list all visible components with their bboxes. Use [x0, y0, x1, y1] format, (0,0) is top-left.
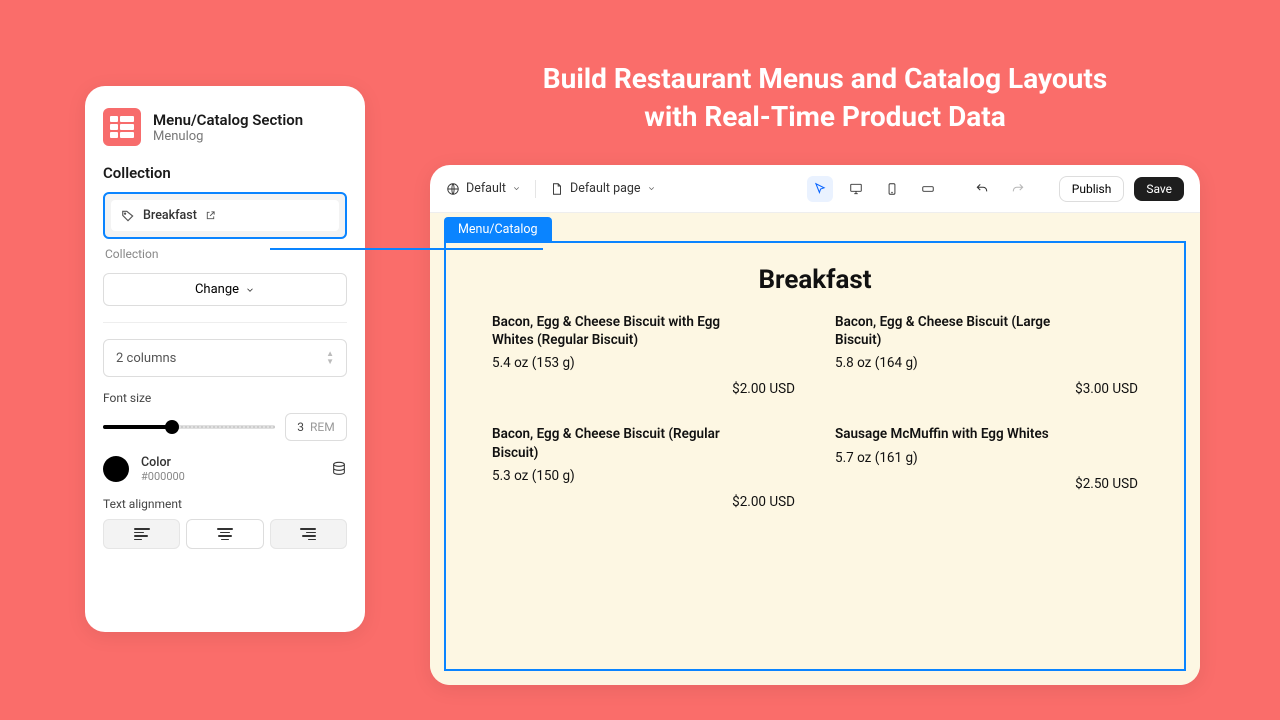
- font-size-unit: REM: [310, 420, 335, 434]
- chevron-down-icon: [512, 184, 521, 193]
- hero-line2: with Real-Time Product Data: [644, 100, 1005, 133]
- color-hex: #000000: [141, 470, 319, 483]
- hero-headline: Build Restaurant Menus and Catalog Layou…: [430, 60, 1220, 136]
- font-size-input[interactable]: 3 REM: [285, 413, 347, 441]
- columns-label: 2 columns: [116, 351, 176, 366]
- text-align-label: Text alignment: [103, 497, 347, 511]
- redo-icon: [1011, 182, 1025, 196]
- change-button-label: Change: [195, 282, 239, 297]
- mobile-icon: [885, 182, 899, 196]
- connector-line: [270, 248, 543, 250]
- frame-tab: Menu/Catalog: [444, 217, 552, 242]
- color-label: Color: [141, 455, 319, 470]
- collection-heading: Collection: [103, 164, 347, 182]
- menu-item-weight: 5.4 oz (153 g): [492, 355, 795, 371]
- menu-title: Breakfast: [446, 243, 1184, 313]
- menu-item-name: Bacon, Egg & Cheese Biscuit (Regular Bis…: [492, 425, 752, 461]
- inspector-button[interactable]: [807, 176, 833, 202]
- database-icon[interactable]: [331, 461, 347, 477]
- fullwidth-icon: [921, 182, 935, 196]
- menu-item-price: $2.00 USD: [492, 381, 795, 397]
- theme-label: Default: [466, 181, 506, 196]
- menu-item: Bacon, Egg & Cheese Biscuit (Large Biscu…: [835, 313, 1138, 397]
- device-mobile-button[interactable]: [879, 176, 905, 202]
- align-center-button[interactable]: [186, 519, 263, 549]
- editor-toolbar: Default Default page: [430, 165, 1200, 213]
- menu-item-price: $3.00 USD: [835, 381, 1138, 397]
- undo-button[interactable]: [969, 176, 995, 202]
- redo-button[interactable]: [1005, 176, 1031, 202]
- menu-item-weight: 5.8 oz (164 g): [835, 355, 1138, 371]
- page-selector[interactable]: Default page: [550, 181, 656, 196]
- device-desktop-button[interactable]: [843, 176, 869, 202]
- chevron-down-icon: [647, 184, 656, 193]
- collection-chip[interactable]: Breakfast: [111, 200, 339, 231]
- menu-item-name: Bacon, Egg & Cheese Biscuit (Large Biscu…: [835, 313, 1095, 349]
- font-size-label: Font size: [103, 391, 347, 405]
- tag-icon: [121, 209, 135, 223]
- menu-item-price: $2.00 USD: [492, 494, 795, 510]
- app-icon: [103, 108, 141, 146]
- menu-grid: Bacon, Egg & Cheese Biscuit with Egg Whi…: [446, 313, 1184, 510]
- settings-header: Menu/Catalog Section Menulog: [103, 108, 347, 146]
- columns-select[interactable]: 2 columns ▲▼: [103, 339, 347, 377]
- menu-item-name: Sausage McMuffin with Egg Whites: [835, 425, 1095, 443]
- stepper-icon: ▲▼: [326, 350, 334, 366]
- globe-icon: [446, 182, 460, 196]
- menu-item-weight: 5.3 oz (150 g): [492, 468, 795, 484]
- menu-item-name: Bacon, Egg & Cheese Biscuit with Egg Whi…: [492, 313, 752, 349]
- publish-button[interactable]: Publish: [1059, 176, 1125, 202]
- page-label: Default page: [570, 181, 641, 196]
- menu-item-price: $2.50 USD: [835, 476, 1138, 492]
- menu-item: Bacon, Egg & Cheese Biscuit (Regular Bis…: [492, 425, 795, 509]
- change-button[interactable]: Change: [103, 273, 347, 306]
- preview-panel: Default Default page: [430, 165, 1200, 685]
- page-icon: [550, 182, 564, 196]
- desktop-icon: [849, 182, 863, 196]
- editor-canvas: Menu/Catalog Breakfast Bacon, Egg & Chee…: [430, 213, 1200, 685]
- menu-item-weight: 5.7 oz (161 g): [835, 450, 1138, 466]
- toolbar-separator: [535, 180, 536, 198]
- external-link-icon: [205, 210, 216, 221]
- settings-subtitle: Menulog: [153, 129, 303, 144]
- cursor-icon: [813, 182, 827, 196]
- font-size-slider[interactable]: [103, 425, 275, 429]
- menu-catalog-frame[interactable]: Menu/Catalog Breakfast Bacon, Egg & Chee…: [444, 241, 1186, 671]
- chevron-down-icon: [245, 285, 255, 295]
- collection-name: Breakfast: [143, 208, 197, 223]
- align-left-button[interactable]: [103, 519, 180, 549]
- device-fullwidth-button[interactable]: [915, 176, 941, 202]
- collection-selector[interactable]: Breakfast: [103, 192, 347, 239]
- settings-title: Menu/Catalog Section: [153, 111, 303, 129]
- settings-panel: Menu/Catalog Section Menulog Collection …: [85, 86, 365, 632]
- theme-selector[interactable]: Default: [446, 181, 521, 196]
- font-size-value: 3: [297, 420, 304, 434]
- color-swatch[interactable]: [103, 456, 129, 482]
- align-right-button[interactable]: [270, 519, 347, 549]
- hero-line1: Build Restaurant Menus and Catalog Layou…: [543, 62, 1107, 95]
- save-button[interactable]: Save: [1134, 177, 1184, 201]
- menu-item: Sausage McMuffin with Egg Whites 5.7 oz …: [835, 425, 1138, 509]
- menu-item: Bacon, Egg & Cheese Biscuit with Egg Whi…: [492, 313, 795, 397]
- undo-icon: [975, 182, 989, 196]
- divider: [103, 322, 347, 323]
